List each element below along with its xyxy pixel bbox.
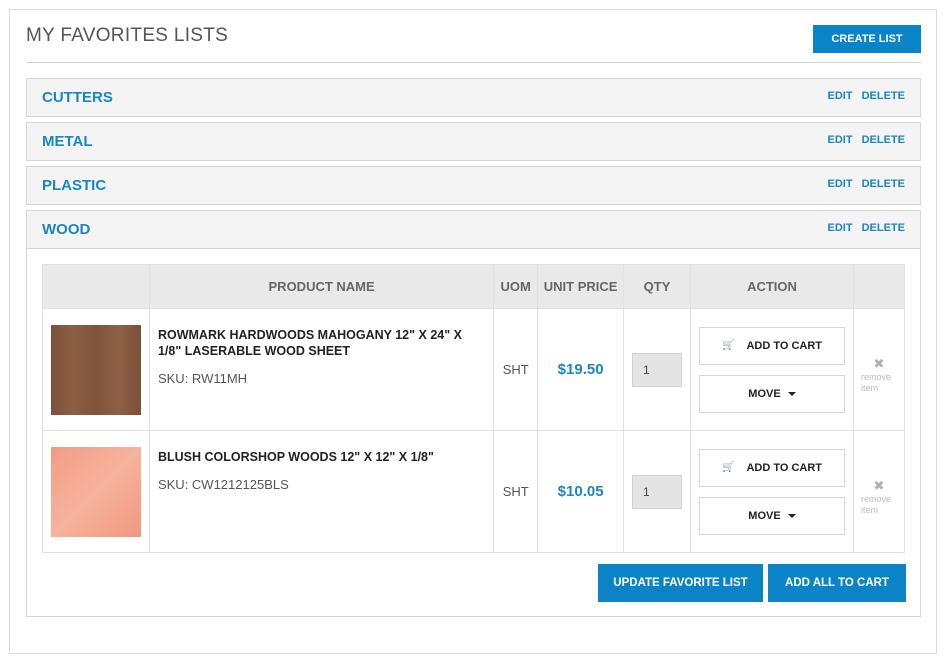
delete-list-link[interactable]: DELETE	[862, 222, 905, 234]
product-info-cell: BLUSH COLORSHOP WOODS 12" X 12" X 1/8" S…	[148, 430, 495, 553]
caret-down-icon	[787, 513, 796, 518]
add-to-cart-label: ADD TO CART	[746, 339, 823, 352]
close-icon[interactable]: ✖	[854, 478, 904, 494]
product-sku: SKU: RW11MH	[157, 371, 248, 386]
cart-icon: 🛒	[721, 462, 735, 473]
product-image-cell	[42, 430, 150, 553]
page-title: MY FAVORITES LISTS	[26, 25, 229, 46]
edit-list-link[interactable]: EDIT	[828, 90, 853, 102]
favorite-list-metal: METAL EDIT DELETE	[26, 122, 921, 161]
list-actions: EDIT DELETE	[828, 222, 905, 234]
qty-cell: 1	[623, 308, 691, 431]
list-actions: EDIT DELETE	[828, 178, 905, 190]
list-header[interactable]: WOOD EDIT DELETE	[27, 211, 920, 248]
quantity-input[interactable]: 1	[632, 352, 683, 387]
product-image[interactable]	[51, 446, 141, 537]
header-product-name: PRODUCT NAME	[148, 264, 495, 309]
list-header[interactable]: CUTTERS EDIT DELETE	[27, 79, 920, 116]
favorite-list-cutters: CUTTERS EDIT DELETE	[26, 78, 921, 117]
remove-item-link[interactable]: remove item	[861, 372, 897, 394]
product-image-cell	[42, 308, 150, 431]
table-header-row: PRODUCT NAME UOM UNIT PRICE QTY ACTION	[42, 264, 905, 309]
table-row: BLUSH COLORSHOP WOODS 12" X 12" X 1/8" S…	[42, 430, 905, 553]
product-info-cell: ROWMARK HARDWOODS MAHOGANY 12" X 24" X 1…	[148, 308, 495, 431]
list-name[interactable]: WOOD	[42, 221, 90, 238]
list-actions: EDIT DELETE	[828, 90, 905, 102]
product-price: $10.05	[537, 430, 625, 553]
cart-icon: 🛒	[721, 340, 735, 351]
product-image[interactable]	[51, 324, 141, 415]
header-image	[42, 264, 150, 309]
list-name[interactable]: PLASTIC	[42, 177, 106, 194]
qty-cell: 1	[623, 430, 691, 553]
delete-list-link[interactable]: DELETE	[862, 134, 905, 146]
header-remove	[853, 264, 905, 309]
product-sku: SKU: CW1212125BLS	[157, 477, 289, 492]
list-items-panel: PRODUCT NAME UOM UNIT PRICE QTY ACTION R…	[27, 248, 920, 616]
table-row: ROWMARK HARDWOODS MAHOGANY 12" X 24" X 1…	[42, 308, 905, 431]
divider	[26, 62, 921, 63]
action-cell: 🛒 ADD TO CART MOVE	[690, 308, 854, 431]
move-label: MOVE	[748, 387, 781, 400]
move-dropdown-button[interactable]: MOVE	[699, 496, 845, 535]
favorites-container: MY FAVORITES LISTS CREATE LIST CUTTERS E…	[9, 9, 937, 654]
list-header[interactable]: PLASTIC EDIT DELETE	[27, 167, 920, 204]
product-price: $19.50	[537, 308, 625, 431]
favorites-table: PRODUCT NAME UOM UNIT PRICE QTY ACTION R…	[42, 264, 905, 553]
list-name[interactable]: METAL	[42, 133, 93, 150]
product-name[interactable]: ROWMARK HARDWOODS MAHOGANY 12" X 24" X 1…	[158, 327, 493, 359]
remove-cell: ✖ remove item	[853, 430, 905, 553]
edit-list-link[interactable]: EDIT	[828, 178, 853, 190]
list-header[interactable]: METAL EDIT DELETE	[27, 123, 920, 160]
add-all-to-cart-button[interactable]: ADD ALL TO CART	[768, 564, 906, 602]
remove-cell: ✖ remove item	[853, 308, 905, 431]
edit-list-link[interactable]: EDIT	[828, 222, 853, 234]
delete-list-link[interactable]: DELETE	[862, 90, 905, 102]
product-uom: SHT	[493, 308, 539, 431]
list-actions: EDIT DELETE	[828, 134, 905, 146]
header-unit-price: UNIT PRICE	[537, 264, 625, 309]
favorite-list-plastic: PLASTIC EDIT DELETE	[26, 166, 921, 205]
move-dropdown-button[interactable]: MOVE	[699, 374, 845, 413]
favorite-list-wood: WOOD EDIT DELETE PRODUCT NAME UOM UNIT P…	[26, 210, 921, 617]
product-name[interactable]: BLUSH COLORSHOP WOODS 12" X 12" X 1/8"	[158, 449, 493, 465]
delete-list-link[interactable]: DELETE	[862, 178, 905, 190]
list-name[interactable]: CUTTERS	[42, 89, 113, 106]
quantity-input[interactable]: 1	[632, 474, 683, 509]
action-cell: 🛒 ADD TO CART MOVE	[690, 430, 854, 553]
product-uom: SHT	[493, 430, 539, 553]
remove-item-link[interactable]: remove item	[861, 494, 897, 516]
move-label: MOVE	[748, 509, 781, 522]
add-to-cart-label: ADD TO CART	[746, 461, 823, 474]
update-favorite-list-button[interactable]: UPDATE FAVORITE LIST	[598, 564, 763, 602]
edit-list-link[interactable]: EDIT	[828, 134, 853, 146]
add-to-cart-button[interactable]: 🛒 ADD TO CART	[699, 448, 845, 487]
add-to-cart-button[interactable]: 🛒 ADD TO CART	[699, 326, 845, 365]
header-action: ACTION	[690, 264, 854, 309]
close-icon[interactable]: ✖	[854, 356, 904, 372]
create-list-button[interactable]: CREATE LIST	[813, 25, 921, 53]
caret-down-icon	[787, 391, 796, 396]
header-qty: QTY	[623, 264, 691, 309]
header-uom: UOM	[493, 264, 539, 309]
